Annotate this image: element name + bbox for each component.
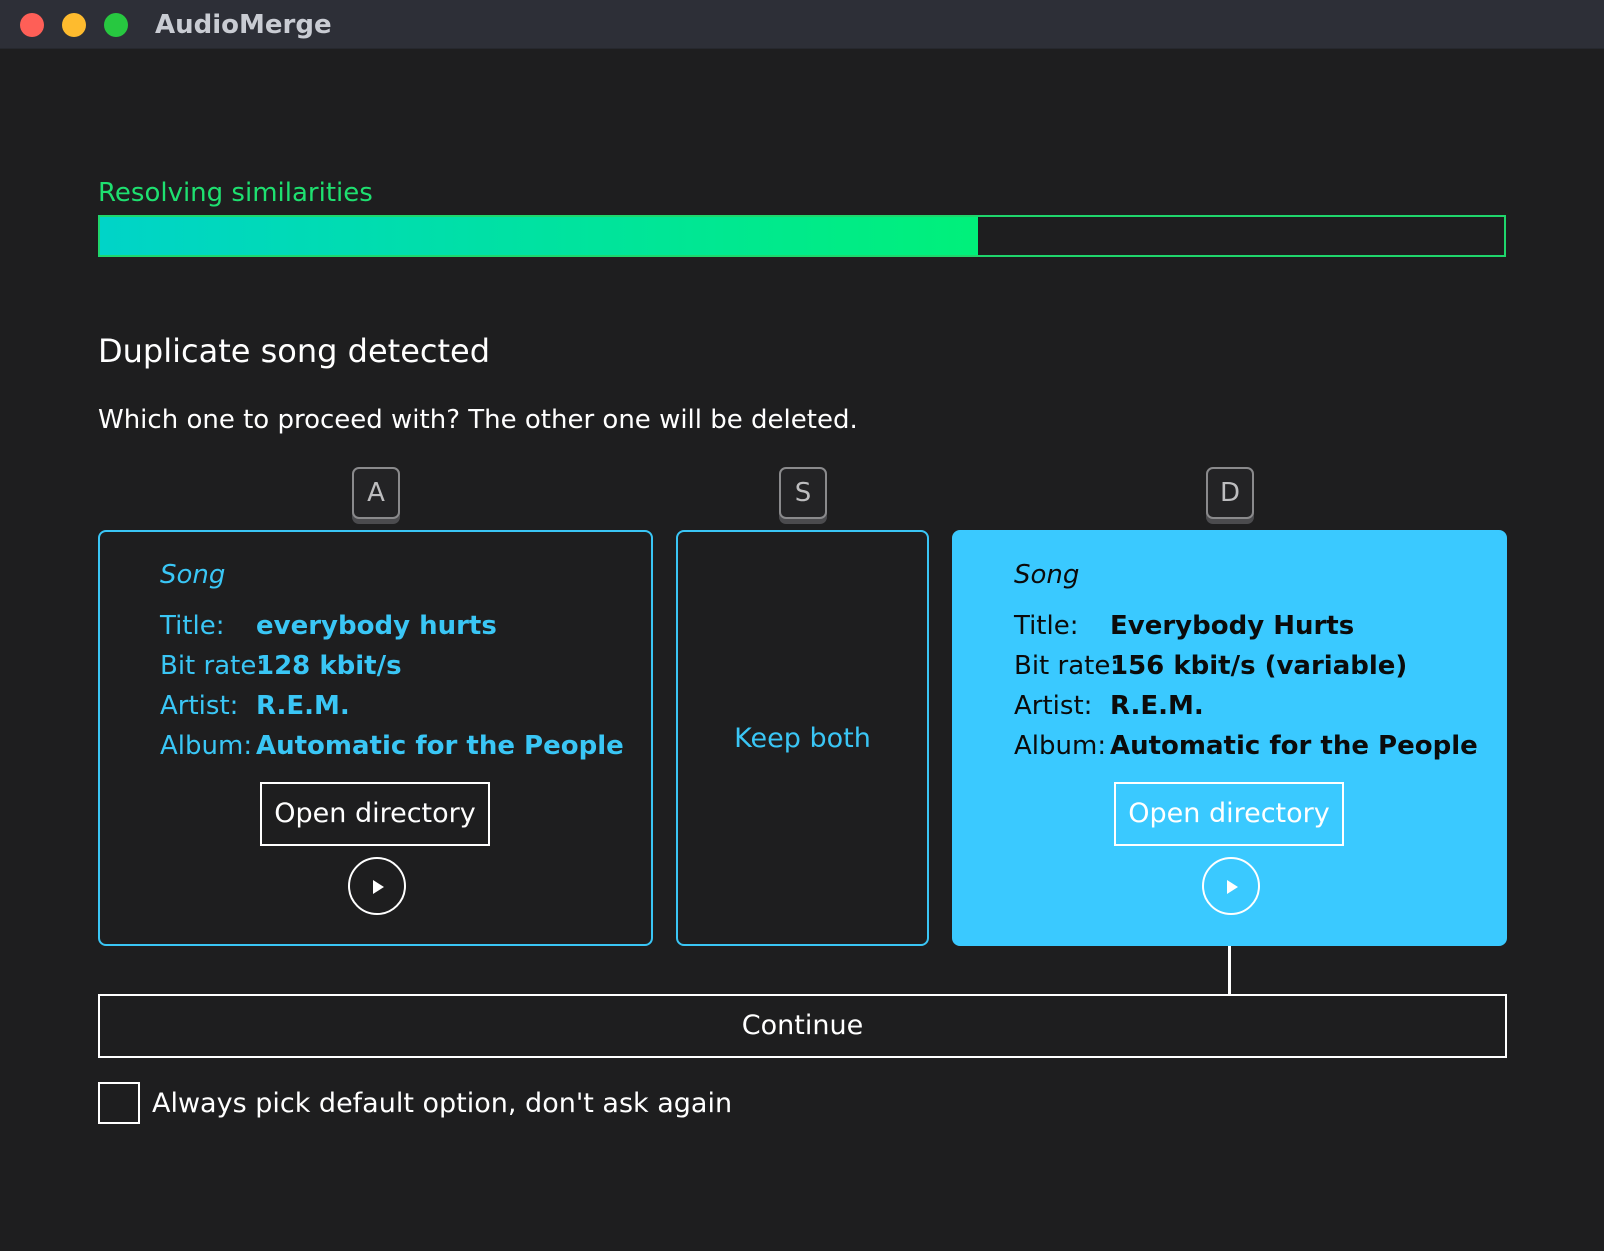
minimize-window-icon[interactable]	[62, 13, 86, 37]
dialog-question: Which one to proceed with? The other one…	[98, 405, 858, 435]
progress-fill	[100, 217, 978, 255]
play-icon	[373, 880, 384, 894]
default-option-connector	[1228, 946, 1231, 994]
title-value: everybody hurts	[256, 611, 497, 641]
key-hint-s: S	[779, 467, 827, 519]
artist-key: Artist:	[1014, 691, 1093, 721]
always-default-label[interactable]: Always pick default option, don't ask ag…	[152, 1088, 732, 1119]
album-value: Automatic for the People	[256, 731, 624, 761]
app-window: AudioMerge Resolving similarities Duplic…	[0, 0, 1604, 1251]
open-directory-button-a[interactable]: Open directory	[260, 782, 490, 846]
song-section-label: Song	[1014, 560, 1080, 590]
bitrate-key: Bit rate:	[160, 651, 266, 681]
bitrate-value: 128 kbit/s	[256, 651, 402, 681]
play-button-a[interactable]	[348, 857, 406, 915]
play-icon	[1227, 880, 1238, 894]
option-card-a[interactable]: Song Title: everybody hurts Bit rate: 12…	[98, 530, 653, 946]
bitrate-value: 156 kbit/s (variable)	[1110, 651, 1408, 681]
artist-key: Artist:	[160, 691, 239, 721]
keep-both-label: Keep both	[734, 722, 871, 754]
title-value: Everybody Hurts	[1110, 611, 1355, 641]
progress-label: Resolving similarities	[98, 178, 373, 208]
bitrate-key: Bit rate:	[1014, 651, 1120, 681]
album-value: Automatic for the People	[1110, 731, 1478, 761]
window-title: AudioMerge	[155, 10, 332, 40]
progress-bar	[98, 215, 1506, 257]
artist-value: R.E.M.	[256, 691, 350, 721]
title-key: Title:	[1014, 611, 1079, 641]
album-key: Album:	[1014, 731, 1107, 761]
always-default-checkbox[interactable]	[98, 1082, 140, 1124]
title-bar: AudioMerge	[0, 0, 1604, 49]
artist-value: R.E.M.	[1110, 691, 1204, 721]
close-window-icon[interactable]	[20, 13, 44, 37]
key-hint-d: D	[1206, 467, 1254, 519]
option-card-keep-both[interactable]: Keep both	[676, 530, 929, 946]
song-section-label: Song	[160, 560, 226, 590]
maximize-window-icon[interactable]	[104, 13, 128, 37]
album-key: Album:	[160, 731, 253, 761]
play-button-d[interactable]	[1202, 857, 1260, 915]
dialog-heading: Duplicate song detected	[98, 332, 491, 370]
title-key: Title:	[160, 611, 225, 641]
continue-button[interactable]: Continue	[98, 994, 1507, 1058]
option-card-d[interactable]: Song Title: Everybody Hurts Bit rate: 15…	[952, 530, 1507, 946]
key-hint-a: A	[352, 467, 400, 519]
open-directory-button-d[interactable]: Open directory	[1114, 782, 1344, 846]
